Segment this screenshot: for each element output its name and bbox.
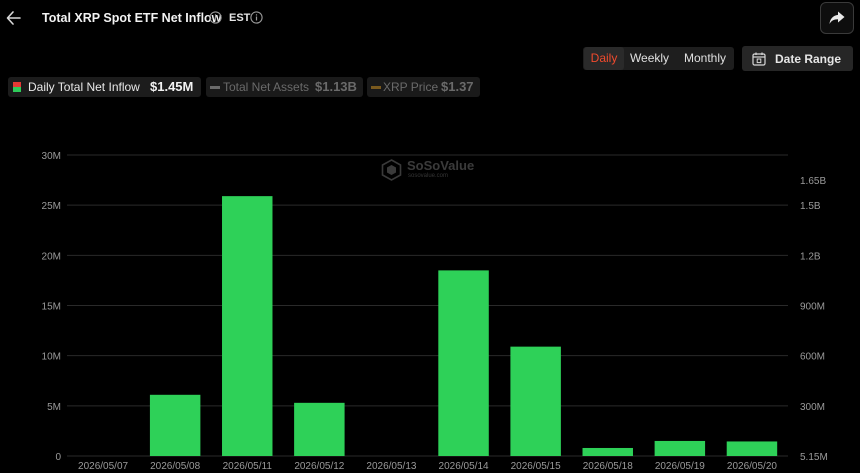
legend-daily-inflow[interactable]: Daily Total Net Inflow $1.45M	[8, 77, 201, 97]
y2-tick-label: 1.5B	[800, 201, 821, 212]
legend-total-assets[interactable]: Total Net Assets $1.13B	[206, 77, 363, 97]
info-icon[interactable]	[209, 11, 222, 24]
legend-price-label: XRP Price	[383, 80, 439, 94]
y2-tick-label: 300M	[800, 402, 825, 413]
inflow-bar[interactable]	[726, 441, 778, 456]
line-swatch-icon	[210, 86, 220, 89]
date-range-label: Date Range	[775, 52, 842, 66]
calendar-icon	[752, 52, 766, 66]
x-tick-label: 2026/05/07	[78, 461, 128, 472]
inflow-bar[interactable]	[222, 196, 273, 456]
date-range-button[interactable]: Date Range	[742, 46, 853, 71]
x-tick-label: 2026/05/15	[511, 461, 561, 472]
legend-daily-label: Daily Total Net Inflow	[28, 80, 140, 94]
x-tick-label: 2026/05/19	[655, 461, 705, 472]
legend-assets-value: $1.13B	[315, 79, 357, 94]
y2-tick-label: 600M	[800, 352, 825, 363]
share-icon	[829, 11, 845, 24]
y-tick-label: 0	[55, 452, 61, 463]
x-tick-label: 2026/05/12	[294, 461, 344, 472]
y2-tick-label: 1.2B	[800, 251, 821, 262]
y-axis-labels: 0 5M 10M 15M 20M 25M 30M	[42, 151, 62, 463]
inflow-bar-chart: 0 5M 10M 15M 20M 25M 30M 5.15M 300M 600M 900M 1.2B…	[42, 151, 828, 472]
y-tick-label: 10M	[42, 352, 61, 363]
legend-xrp-price[interactable]: XRP Price $1.37	[367, 77, 480, 97]
legend-assets-label: Total Net Assets	[223, 80, 310, 94]
inflow-bar[interactable]	[582, 447, 633, 456]
inflow-bar[interactable]	[510, 346, 561, 456]
inflow-bar[interactable]	[438, 270, 489, 456]
legend-price-value: $1.37	[441, 79, 474, 94]
y-tick-label: 5M	[47, 402, 61, 413]
legend-daily-value: $1.45M	[150, 79, 194, 94]
y-tick-label: 20M	[42, 251, 61, 262]
y-tick-label: 15M	[42, 302, 61, 313]
tab-daily[interactable]: Daily	[584, 47, 624, 70]
price-line-swatch-icon	[371, 86, 381, 89]
y-tick-label: 30M	[42, 151, 61, 162]
x-tick-label: 2026/05/13	[366, 461, 416, 472]
tab-weekly[interactable]: Weekly	[626, 47, 673, 70]
y2-axis-labels: 5.15M 300M 600M 900M 1.2B 1.5B 1.65B	[800, 176, 828, 463]
y-tick-label: 25M	[42, 201, 61, 212]
range-tabs: Daily Weekly Monthly	[583, 47, 734, 70]
bars-layer	[149, 196, 778, 456]
x-tick-label: 2026/05/14	[439, 461, 489, 472]
back-arrow-icon[interactable]	[5, 8, 23, 28]
inflow-bar[interactable]	[149, 394, 201, 456]
inflow-bar[interactable]	[654, 440, 706, 456]
bar-swatch-icon	[13, 82, 21, 92]
page-title: Total XRP Spot ETF Net Inflow	[42, 11, 222, 25]
timezone-label: EST	[229, 12, 251, 24]
x-axis-labels: 2026/05/07 2026/05/08 2026/05/11 2026/05/12…	[78, 461, 777, 472]
top-bar: Total XRP Spot ETF Net Inflow EST	[0, 0, 860, 38]
y2-tick-label: 1.65B	[800, 176, 826, 187]
x-tick-label: 2026/05/20	[727, 461, 777, 472]
share-button[interactable]	[820, 2, 854, 34]
y2-tick-label: 900M	[800, 302, 825, 313]
x-tick-label: 2026/05/11	[223, 461, 273, 472]
x-tick-label: 2026/05/08	[150, 461, 200, 472]
x-tick-label: 2026/05/18	[583, 461, 633, 472]
timezone-info-icon[interactable]	[250, 11, 263, 24]
tab-monthly[interactable]: Monthly	[678, 47, 732, 70]
y2-tick-label: 5.15M	[800, 452, 828, 463]
inflow-bar[interactable]	[294, 402, 345, 456]
